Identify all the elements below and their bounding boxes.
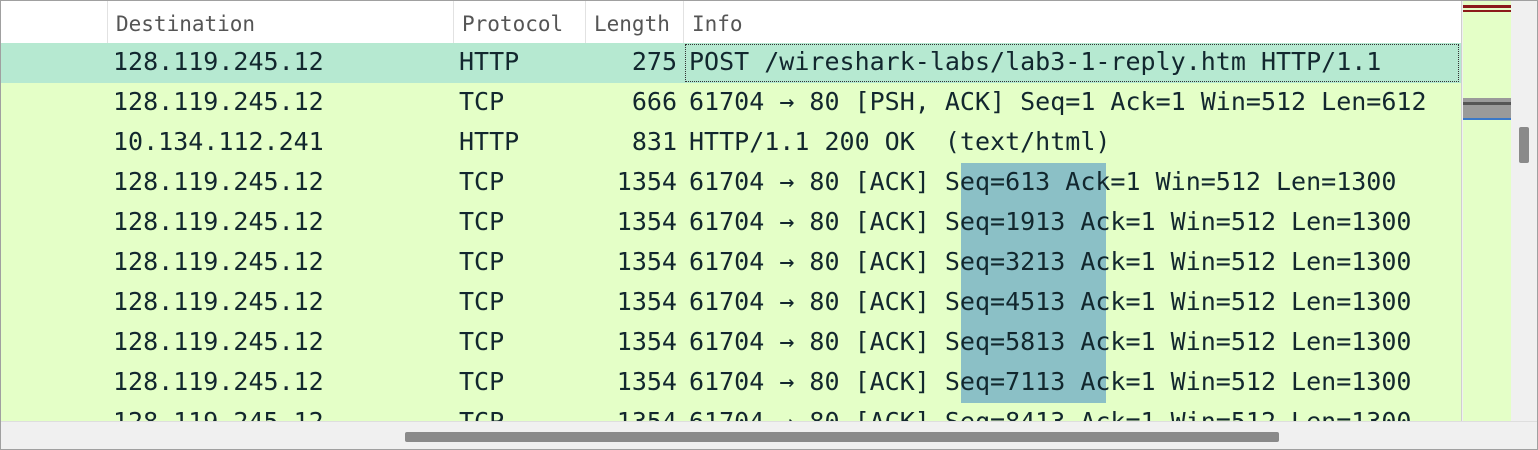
focus-outline (685, 44, 1459, 82)
packet-destination: 128.119.245.12 (113, 167, 324, 196)
packet-info: 61704 → 80 [ACK] Seq=5813 Ack=1 Win=512 … (689, 327, 1412, 356)
packet-length: 1354 (616, 207, 677, 236)
packet-protocol: TCP (459, 287, 505, 316)
packet-list-pane: Destination Protocol ^ Length Info 128.1… (0, 0, 1538, 450)
packet-info: 61704 → 80 [ACK] Seq=4513 Ack=1 Win=512 … (689, 287, 1412, 316)
packet-row[interactable]: 128.119.245.12 TCP 1354 61704 → 80 [ACK]… (1, 403, 1461, 421)
packet-protocol: TCP (459, 207, 505, 236)
column-header-protocol[interactable]: Protocol (453, 1, 585, 43)
packet-info: 61704 → 80 [ACK] Seq=7113 Ack=1 Win=512 … (689, 367, 1412, 396)
packet-protocol: HTTP (459, 47, 520, 76)
packet-minimap[interactable] (1463, 1, 1511, 421)
packet-destination: 128.119.245.12 (113, 87, 324, 116)
packet-row[interactable]: 128.119.245.12 TCP 1354 61704 → 80 [ACK]… (1, 203, 1461, 243)
packet-info: 61704 → 80 [ACK] Seq=613 Ack=1 Win=512 L… (689, 167, 1397, 196)
packet-info: 61704 → 80 [ACK] Seq=8413 Ack=1 Win=512 … (689, 403, 1411, 421)
packet-destination: 128.119.245.12 (113, 287, 324, 316)
packet-length: 1354 (616, 287, 677, 316)
packet-row-selected[interactable]: 128.119.245.12 HTTP 275 POST /wireshark-… (1, 43, 1461, 83)
packet-protocol: HTTP (459, 127, 520, 156)
minimap-marker (1463, 118, 1511, 120)
packet-protocol: TCP (459, 87, 505, 116)
packet-length: 1354 (616, 167, 677, 196)
packet-list-header: Destination Protocol ^ Length Info (1, 1, 1461, 44)
packet-destination: 128.119.245.12 (113, 47, 324, 76)
minimap-marker (1463, 105, 1511, 118)
vertical-scroll-thumb[interactable] (1519, 127, 1529, 163)
packet-row[interactable]: 128.119.245.12 TCP 1354 61704 → 80 [ACK]… (1, 283, 1461, 323)
packet-list-rows: 128.119.245.12 HTTP 275 POST /wireshark-… (1, 43, 1461, 421)
column-header-destination[interactable]: Destination (107, 1, 453, 43)
column-header-length-label: Length (594, 12, 670, 36)
packet-info: 61704 → 80 [ACK] Seq=3213 Ack=1 Win=512 … (689, 247, 1412, 276)
packet-protocol: TCP (459, 247, 505, 276)
packet-destination: 128.119.245.12 (113, 367, 324, 396)
packet-protocol: TCP (459, 367, 505, 396)
packet-row[interactable]: 128.119.245.12 TCP 1354 61704 → 80 [ACK]… (1, 163, 1461, 203)
horizontal-scroll-thumb[interactable] (405, 432, 1279, 442)
packet-destination: 128.119.245.12 (113, 327, 324, 356)
packet-length: 1354 (616, 247, 677, 276)
vertical-scroll-track[interactable] (1511, 1, 1537, 421)
packet-destination: 10.134.112.241 (113, 127, 324, 156)
packet-info: 61704 → 80 [PSH, ACK] Seq=1 Ack=1 Win=51… (689, 87, 1427, 116)
packet-length: 1354 (616, 367, 677, 396)
packet-protocol: TCP (459, 167, 505, 196)
packet-destination: 128.119.245.12 (113, 403, 324, 421)
minimap-marker (1463, 10, 1511, 12)
packet-length: 1354 (585, 403, 677, 421)
packet-info: HTTP/1.1 200 OK (text/html) (689, 127, 1111, 156)
packet-length: 1354 (616, 327, 677, 356)
horizontal-scrollbar[interactable] (1, 421, 1537, 449)
column-header-blank[interactable] (1, 1, 107, 43)
packet-destination: 128.119.245.12 (113, 207, 324, 236)
packet-info: 61704 → 80 [ACK] Seq=1913 Ack=1 Win=512 … (689, 207, 1412, 236)
packet-row[interactable]: 128.119.245.12 TCP 1354 61704 → 80 [ACK]… (1, 323, 1461, 363)
packet-row[interactable]: 128.119.245.12 TCP 1354 61704 → 80 [ACK]… (1, 243, 1461, 283)
column-header-info[interactable]: Info (683, 1, 1461, 43)
minimap-marker (1463, 5, 1511, 8)
packet-row[interactable]: 128.119.245.12 TCP 666 61704 → 80 [PSH, … (1, 83, 1461, 123)
packet-row[interactable]: 128.119.245.12 TCP 1354 61704 → 80 [ACK]… (1, 363, 1461, 403)
column-header-length[interactable]: ^ Length (585, 1, 683, 43)
packet-length: 275 (631, 47, 677, 76)
packet-length: 666 (631, 87, 677, 116)
packet-length: 831 (631, 127, 677, 156)
sort-ascending-icon: ^ (624, 1, 632, 7)
packet-protocol: TCP (459, 327, 505, 356)
packet-row[interactable]: 10.134.112.241 HTTP 831 HTTP/1.1 200 OK … (1, 123, 1461, 163)
packet-protocol: TCP (459, 403, 504, 421)
packet-destination: 128.119.245.12 (113, 247, 324, 276)
